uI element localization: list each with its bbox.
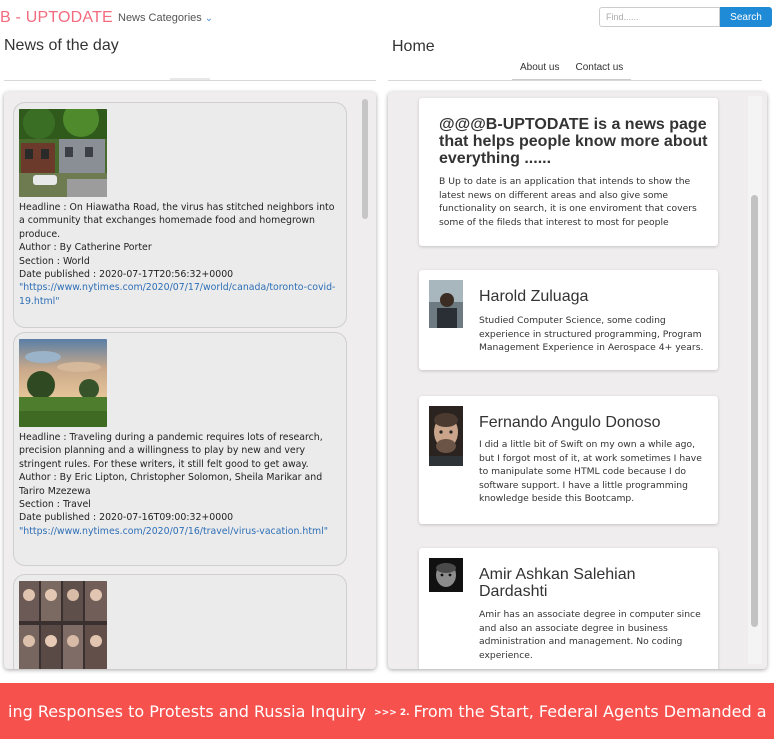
avatar <box>429 406 463 466</box>
ticker-separator: >>> 2. <box>374 708 410 718</box>
team-member-card: Amir Ashkan Salehian Dardashti Amir has … <box>419 548 718 669</box>
about-us-link[interactable]: About us <box>512 62 567 79</box>
home-scrollbar-thumb[interactable] <box>751 195 758 627</box>
news-article-card[interactable]: Headline : Traveling during a pandemic r… <box>13 332 347 566</box>
search-input[interactable] <box>599 7 720 27</box>
home-section-title: Home <box>392 38 435 55</box>
news-article-card[interactable] <box>13 574 347 669</box>
contact-us-link[interactable]: Contact us <box>567 62 631 79</box>
article-link[interactable]: "https://www.nytimes.com/2020/07/17/worl… <box>19 281 341 308</box>
article-thumbnail[interactable] <box>19 109 107 197</box>
chevron-down-icon: ⌄ <box>204 13 214 24</box>
team-member-name: Fernando Angulo Donoso <box>479 414 661 431</box>
news-categories-label: News Categories <box>118 12 202 24</box>
home-divider <box>388 80 762 81</box>
team-member-bio: Studied Computer Science, some coding ex… <box>479 315 704 354</box>
article-section: Section : Travel <box>19 499 91 511</box>
article-headline: Headline : Traveling during a pandemic r… <box>19 432 323 470</box>
about-card: @@@B-UPTODATE is a news page that helps … <box>419 98 718 246</box>
article-author: Author : By Eric Lipton, Christopher Sol… <box>19 472 323 497</box>
article-author: Author : By Catherine Porter <box>19 242 152 254</box>
team-member-name: Amir Ashkan Salehian Dardashti <box>479 566 636 600</box>
about-description: B Up to date is an application that inte… <box>439 176 697 228</box>
search-button[interactable]: Search <box>720 7 772 27</box>
news-scrollbar-thumb[interactable] <box>362 99 368 219</box>
news-tab-indicator <box>170 78 210 80</box>
team-member-bio: I did a little bit of Swift on my own a … <box>479 439 702 505</box>
article-thumbnail[interactable] <box>19 581 107 669</box>
home-panel[interactable]: @@@B-UPTODATE is a news page that helps … <box>388 92 767 669</box>
article-link[interactable]: "https://www.nytimes.com/2020/07/16/trav… <box>19 525 341 538</box>
ticker-content: ing Responses to Protests and Russia Inq… <box>8 702 767 721</box>
news-divider <box>4 80 376 81</box>
team-member-card: Fernando Angulo Donoso I did a little bi… <box>419 396 718 524</box>
headline-ticker[interactable]: ing Responses to Protests and Russia Inq… <box>0 683 774 739</box>
about-heading: @@@B-UPTODATE is a news page that helps … <box>439 116 708 167</box>
article-headline: Headline : On Hiawatha Road, the virus h… <box>19 202 335 240</box>
article-section: Section : World <box>19 255 90 267</box>
home-links: About us Contact us <box>512 62 632 80</box>
team-member-bio: Amir has an associate degree in computer… <box>479 609 701 661</box>
article-thumbnail[interactable] <box>19 339 107 427</box>
team-member-name: Harold Zuluaga <box>479 288 589 305</box>
article-date: Date published : 2020-07-17T20:56:32+000… <box>19 269 234 281</box>
news-article-card[interactable]: Headline : On Hiawatha Road, the virus h… <box>13 102 347 328</box>
ticker-headline[interactable]: From the Start, Federal Agents Demanded … <box>414 702 767 721</box>
news-list-panel[interactable]: Headline : On Hiawatha Road, the virus h… <box>4 92 376 669</box>
brand-logo-link[interactable]: B - UPTODATE <box>0 9 113 27</box>
top-navbar: B - UPTODATE News Categories⌄ Search <box>0 0 774 34</box>
avatar <box>429 558 463 592</box>
ticker-headline[interactable]: ing Responses to Protests and Russia Inq… <box>8 702 366 721</box>
news-section-title: News of the day <box>4 37 119 54</box>
article-date: Date published : 2020-07-16T09:00:32+000… <box>19 512 234 524</box>
avatar <box>429 280 463 328</box>
team-member-card: Harold Zuluaga Studied Computer Science,… <box>419 270 718 370</box>
news-categories-dropdown[interactable]: News Categories ⌄ <box>118 12 213 24</box>
